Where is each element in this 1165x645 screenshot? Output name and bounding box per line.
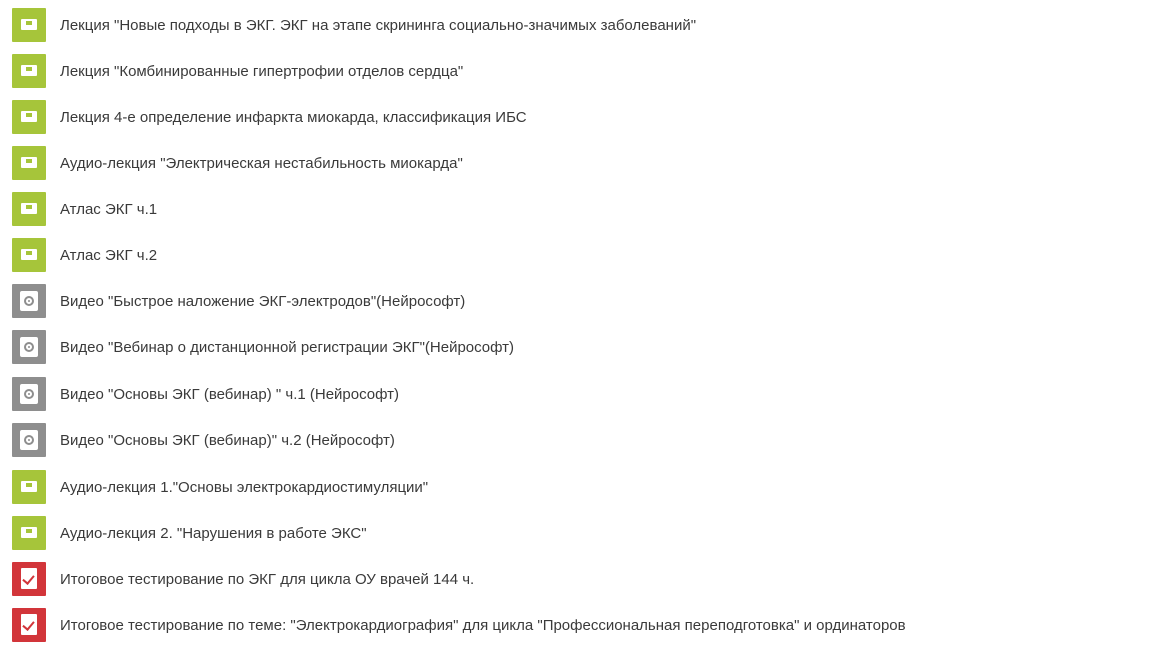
activity-title[interactable]: Аудио-лекция 1."Основы электрокардиостим… bbox=[60, 479, 428, 496]
activity-item-atlas-1[interactable]: Атлас ЭКГ ч.1 bbox=[0, 189, 157, 229]
activity-title[interactable]: Атлас ЭКГ ч.1 bbox=[60, 201, 157, 218]
activity-item-lecture-2[interactable]: Лекция "Комбинированные гипертрофии отде… bbox=[0, 51, 463, 91]
activity-title[interactable]: Лекция "Новые подходы в ЭКГ. ЭКГ на этап… bbox=[60, 17, 696, 34]
activity-title[interactable]: Атлас ЭКГ ч.2 bbox=[60, 247, 157, 264]
activity-item-audio-lecture-2[interactable]: Аудио-лекция 2. "Нарушения в работе ЭКС" bbox=[0, 513, 367, 553]
lecture-page-icon bbox=[12, 100, 46, 134]
activity-title[interactable]: Лекция 4-е определение инфаркта миокарда… bbox=[60, 109, 527, 126]
activity-item-lecture-3[interactable]: Лекция 4-е определение инфаркта миокарда… bbox=[0, 97, 527, 137]
video-reel-icon bbox=[12, 284, 46, 318]
activity-item-lecture-1[interactable]: Лекция "Новые подходы в ЭКГ. ЭКГ на этап… bbox=[0, 5, 696, 45]
activity-title[interactable]: Видео "Быстрое наложение ЭКГ-электродов"… bbox=[60, 293, 465, 310]
activity-item-atlas-2[interactable]: Атлас ЭКГ ч.2 bbox=[0, 235, 157, 275]
activity-title[interactable]: Итоговое тестирование по ЭКГ для цикла О… bbox=[60, 571, 474, 588]
lecture-page-icon bbox=[12, 192, 46, 226]
activity-title[interactable]: Итоговое тестирование по теме: "Электрок… bbox=[60, 617, 906, 634]
activity-title[interactable]: Видео "Основы ЭКГ (вебинар)" ч.2 (Нейрос… bbox=[60, 432, 395, 449]
activity-title[interactable]: Аудио-лекция "Электрическая нестабильнос… bbox=[60, 155, 463, 172]
video-reel-icon bbox=[12, 377, 46, 411]
course-activity-list: Лекция "Новые подходы в ЭКГ. ЭКГ на этап… bbox=[0, 0, 1165, 645]
test-check-icon bbox=[12, 562, 46, 596]
activity-item-video-3[interactable]: Видео "Основы ЭКГ (вебинар) " ч.1 (Нейро… bbox=[0, 374, 399, 414]
activity-item-audio-lecture[interactable]: Аудио-лекция "Электрическая нестабильнос… bbox=[0, 143, 463, 183]
video-reel-icon bbox=[12, 330, 46, 364]
activity-item-video-1[interactable]: Видео "Быстрое наложение ЭКГ-электродов"… bbox=[0, 281, 465, 321]
lecture-page-icon bbox=[12, 8, 46, 42]
lecture-page-icon bbox=[12, 54, 46, 88]
activity-item-final-test-2[interactable]: Итоговое тестирование по теме: "Электрок… bbox=[0, 605, 906, 645]
activity-title[interactable]: Аудио-лекция 2. "Нарушения в работе ЭКС" bbox=[60, 525, 367, 542]
activity-item-video-4[interactable]: Видео "Основы ЭКГ (вебинар)" ч.2 (Нейрос… bbox=[0, 420, 395, 460]
activity-item-audio-lecture-1[interactable]: Аудио-лекция 1."Основы электрокардиостим… bbox=[0, 467, 428, 507]
lecture-page-icon bbox=[12, 146, 46, 180]
lecture-page-icon bbox=[12, 238, 46, 272]
lecture-page-icon bbox=[12, 470, 46, 504]
lecture-page-icon bbox=[12, 516, 46, 550]
activity-title[interactable]: Видео "Вебинар о дистанционной регистрац… bbox=[60, 339, 514, 356]
test-check-icon bbox=[12, 608, 46, 642]
activity-title[interactable]: Лекция "Комбинированные гипертрофии отде… bbox=[60, 63, 463, 80]
activity-title[interactable]: Видео "Основы ЭКГ (вебинар) " ч.1 (Нейро… bbox=[60, 386, 399, 403]
activity-item-video-2[interactable]: Видео "Вебинар о дистанционной регистрац… bbox=[0, 327, 514, 367]
activity-item-final-test-1[interactable]: Итоговое тестирование по ЭКГ для цикла О… bbox=[0, 559, 474, 599]
video-reel-icon bbox=[12, 423, 46, 457]
